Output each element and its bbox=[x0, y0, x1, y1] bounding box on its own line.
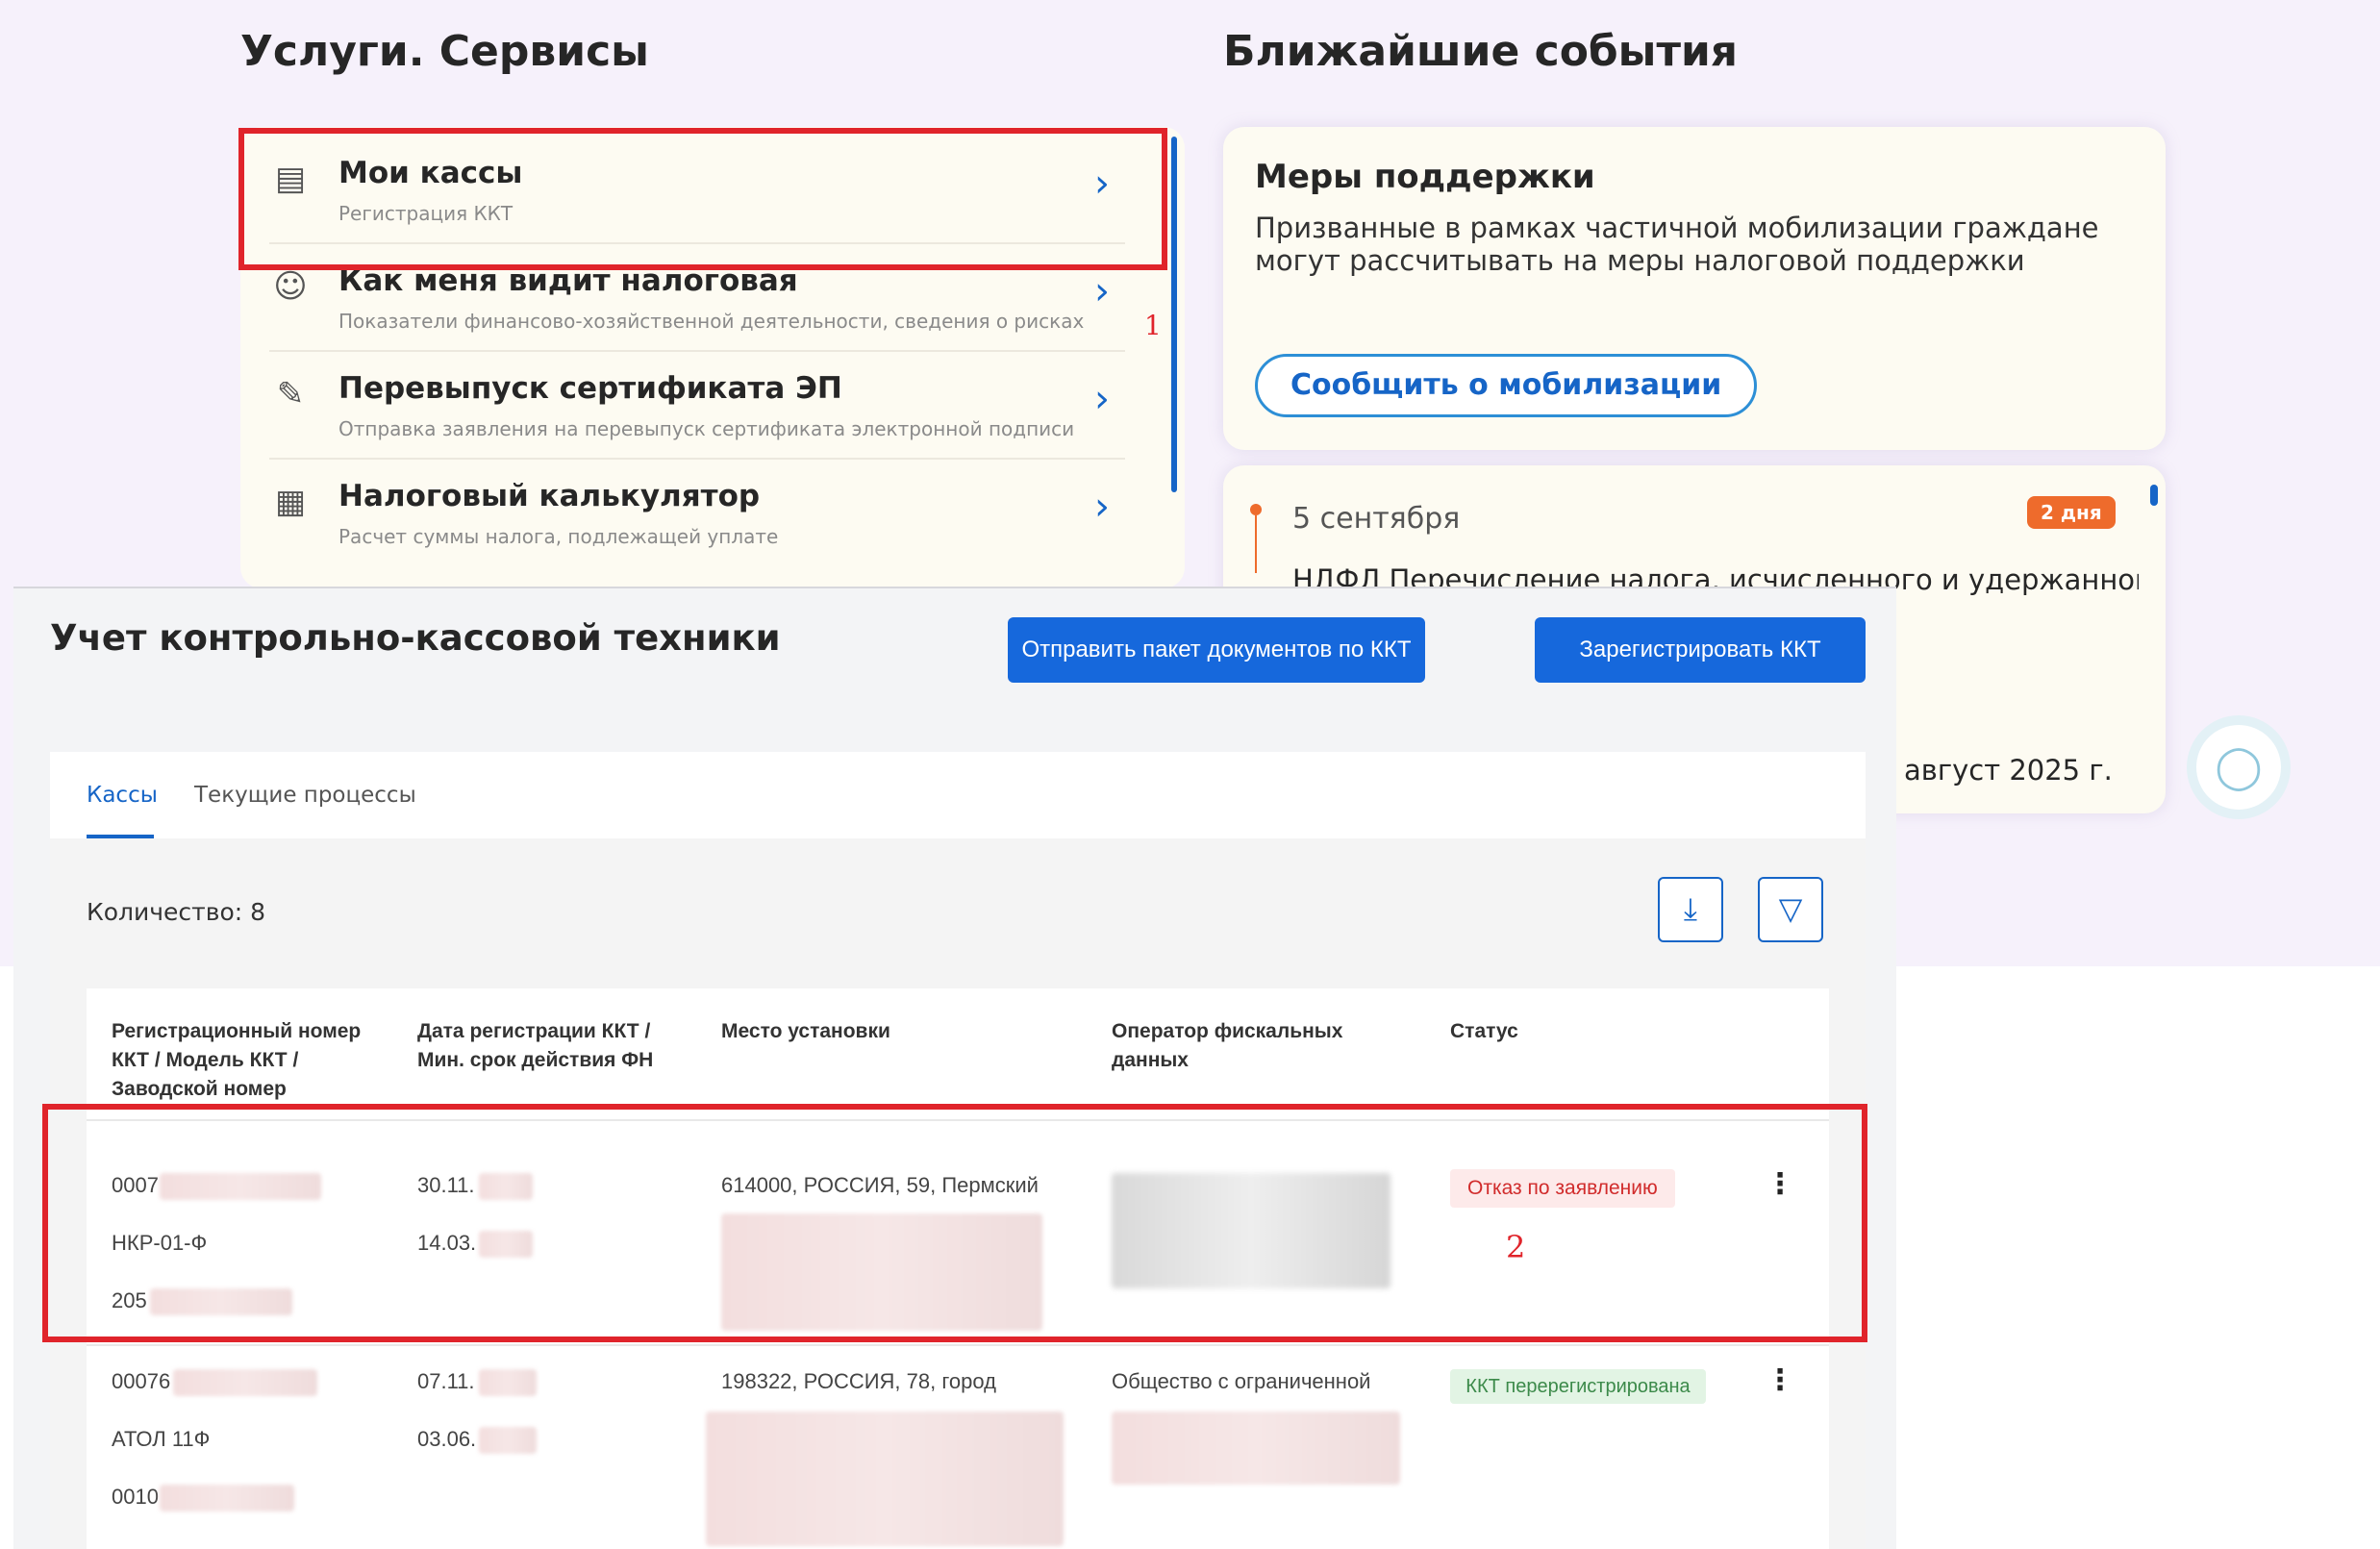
reg-number-cell: 00076 bbox=[112, 1369, 171, 1393]
event-days-badge: 2 дня bbox=[2027, 496, 2116, 529]
kkt-accounting-panel: Учет контрольно-кассовой техники Отправи… bbox=[13, 587, 1896, 1549]
column-header-status: Статус bbox=[1450, 1020, 1518, 1042]
redacted-value bbox=[160, 1485, 294, 1512]
redacted-value bbox=[479, 1427, 537, 1454]
chevron-right-icon: › bbox=[1094, 269, 1110, 313]
count-label: Количество: 8 bbox=[87, 898, 266, 926]
timeline-line bbox=[1255, 515, 1257, 573]
service-subtitle: Отправка заявления на перевыпуск сертифи… bbox=[338, 417, 1075, 440]
service-subtitle: Показатели финансово-хозяйственной деяте… bbox=[338, 310, 1085, 333]
status-badge: ККТ перерегистрирована bbox=[1450, 1369, 1706, 1404]
service-subtitle: Расчет суммы налога, подлежащей уплате bbox=[338, 525, 779, 548]
tab-current-processes[interactable]: Текущие процессы bbox=[194, 783, 416, 808]
tab-bar: Кассы Текущие процессы bbox=[50, 752, 1866, 838]
support-title: Меры поддержки bbox=[1255, 158, 1595, 196]
support-measures-card: Меры поддержки Призванные в рамках части… bbox=[1223, 127, 2166, 450]
redacted-value bbox=[1112, 1412, 1400, 1485]
annotation-marker-1: 1 bbox=[1144, 310, 1162, 341]
redacted-value bbox=[706, 1412, 1064, 1546]
operator-cell: Общество с ограниченной bbox=[1112, 1369, 1371, 1393]
user-search-icon: ☺ bbox=[273, 267, 308, 306]
chevron-right-icon: › bbox=[1094, 485, 1110, 529]
column-header-location: Место установки bbox=[721, 1020, 890, 1042]
fn-date-cell: 03.06. bbox=[417, 1427, 477, 1451]
more-options-icon[interactable]: ⋮ bbox=[1766, 1363, 1794, 1397]
events-section-title: Ближайшие события bbox=[1223, 27, 1739, 76]
chevron-right-icon: › bbox=[1094, 377, 1110, 421]
send-documents-button[interactable]: Отправить пакет документов по ККТ bbox=[1008, 617, 1425, 683]
location-cell: 198322, РОССИЯ, 78, город bbox=[721, 1369, 996, 1393]
serial-cell: 0010 bbox=[112, 1485, 159, 1509]
calculator-icon: ▦ bbox=[274, 483, 307, 521]
redacted-value bbox=[173, 1369, 317, 1396]
event-scrollbar[interactable] bbox=[2150, 485, 2158, 506]
annotation-highlight-2 bbox=[42, 1104, 1867, 1342]
column-header-reg-number: Регистрационный номер ККТ / Модель ККТ /… bbox=[112, 1020, 362, 1100]
column-header-operator: Оператор фискальных данных bbox=[1112, 1020, 1343, 1071]
service-title: Перевыпуск сертификата ЭП bbox=[338, 371, 842, 406]
filter-icon[interactable]: ▽ bbox=[1758, 877, 1823, 942]
report-mobilization-button[interactable]: Сообщить о мобилизации bbox=[1255, 354, 1758, 417]
annotation-highlight-1 bbox=[238, 128, 1167, 270]
column-header-reg-date: Дата регистрации ККТ / Мин. срок действи… bbox=[417, 1020, 654, 1071]
tab-kassy[interactable]: Кассы bbox=[87, 783, 158, 808]
register-kkt-button[interactable]: Зарегистрировать ККТ bbox=[1535, 617, 1866, 683]
active-tab-indicator bbox=[87, 835, 154, 838]
redacted-value bbox=[479, 1369, 537, 1396]
reg-date-cell: 07.11. bbox=[417, 1369, 475, 1393]
lightbulb-icon[interactable]: ◯ bbox=[2196, 725, 2281, 810]
service-item-calculator[interactable]: ▦ Налоговый калькулятор Расчет суммы нал… bbox=[240, 460, 1164, 567]
services-section-title: Услуги. Сервисы bbox=[240, 27, 649, 76]
event-date: 5 сентября bbox=[1292, 502, 1461, 536]
table-row[interactable]: 00076 АТОЛ 11Ф 0010 07.11. 03.06. 198322… bbox=[87, 1344, 1829, 1549]
event-period: август 2025 г. bbox=[1904, 754, 2113, 787]
download-icon[interactable]: ⤓ bbox=[1658, 877, 1723, 942]
model-cell: АТОЛ 11Ф bbox=[112, 1427, 211, 1451]
services-scrollbar[interactable] bbox=[1171, 137, 1177, 492]
annotation-marker-2: 2 bbox=[1506, 1229, 1526, 1265]
service-title: Налоговый калькулятор bbox=[338, 479, 761, 513]
service-item-certificate[interactable]: ✎ Перевыпуск сертификата ЭП Отправка зая… bbox=[240, 352, 1164, 460]
support-text: Призванные в рамках частичной мобилизаци… bbox=[1255, 212, 2099, 277]
signature-certificate-icon: ✎ bbox=[276, 375, 305, 413]
page-title: Учет контрольно-кассовой техники bbox=[50, 617, 781, 659]
row-divider bbox=[87, 1344, 1829, 1346]
timeline-dot-icon bbox=[1250, 504, 1262, 515]
